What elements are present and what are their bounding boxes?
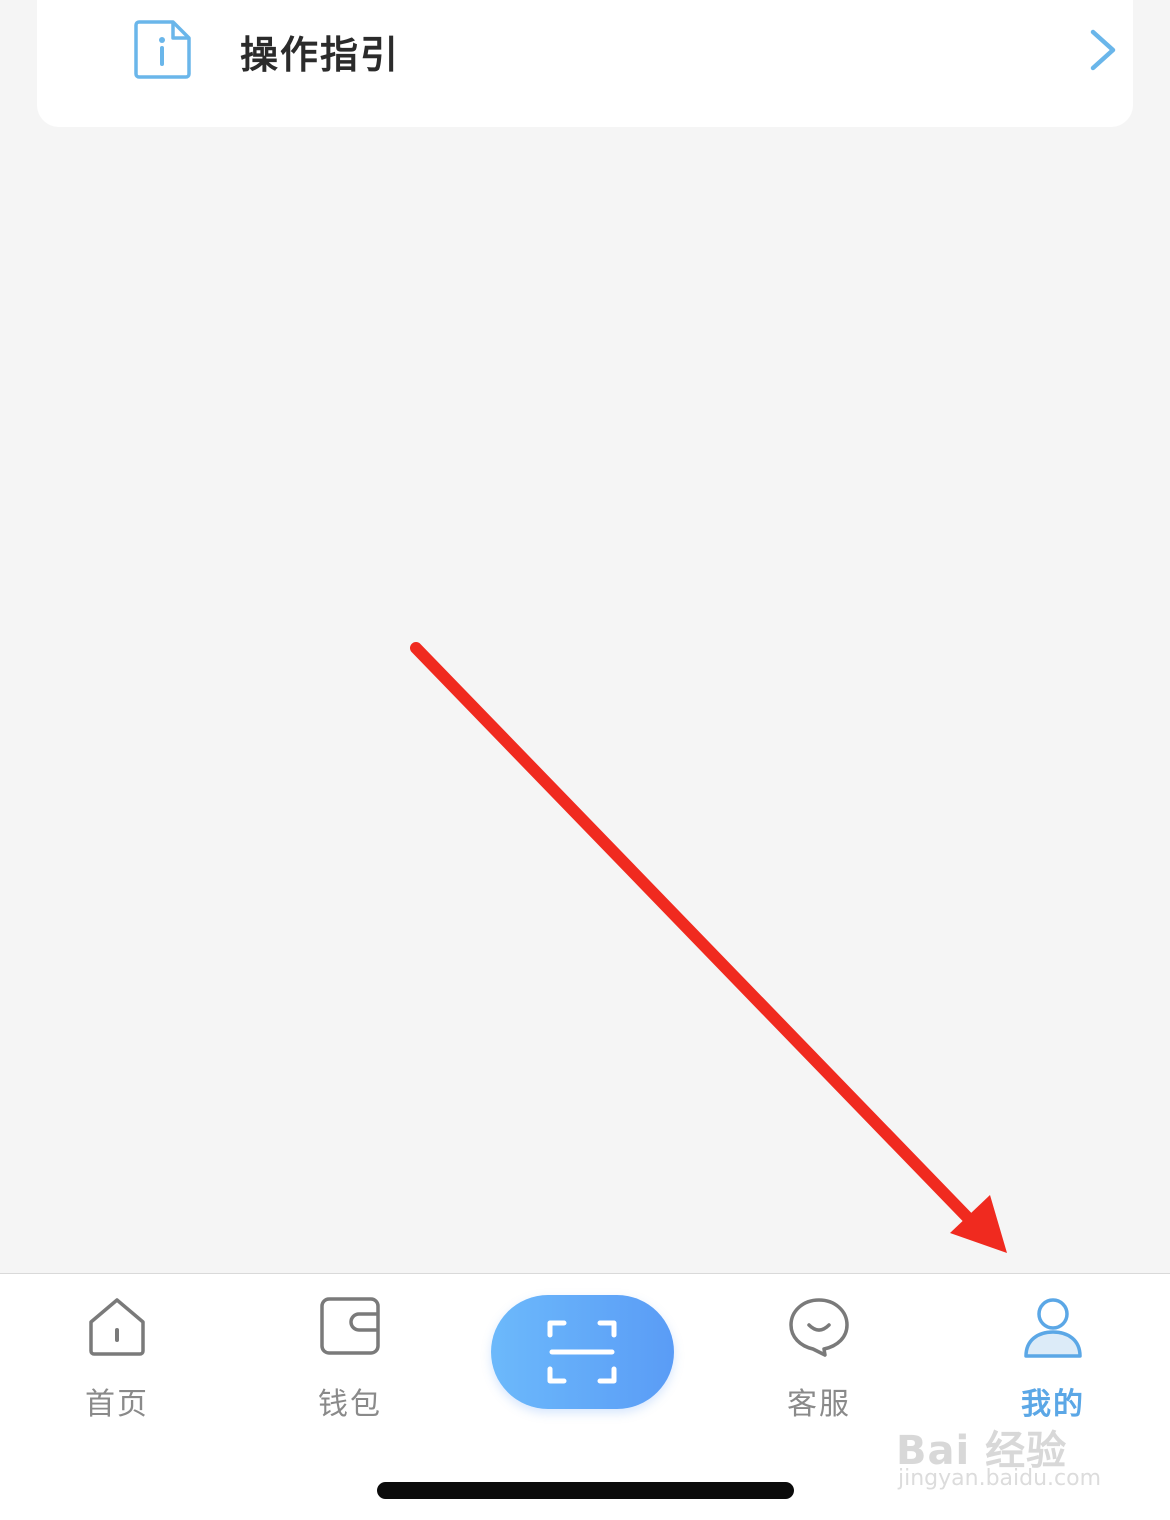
scan-icon — [547, 1320, 617, 1384]
tab-label: 钱包 — [318, 1387, 382, 1422]
chevron-right-icon — [1090, 29, 1116, 71]
tab-home[interactable]: 首页 — [47, 1274, 187, 1424]
tab-service[interactable]: 客服 — [749, 1274, 889, 1424]
watermark-url: jingyan.baidu.com — [898, 1466, 1102, 1491]
info-document-icon — [134, 20, 191, 79]
home-indicator[interactable] — [377, 1482, 794, 1499]
watermark: Bai 经验 jingyan.baidu.com — [896, 1418, 1108, 1498]
chat-bubble-icon — [789, 1298, 849, 1357]
tab-mine[interactable]: 我的 — [983, 1274, 1123, 1424]
tab-label: 我的 — [1021, 1387, 1085, 1422]
tab-label: 首页 — [85, 1387, 149, 1422]
tab-wallet[interactable]: 钱包 — [280, 1274, 420, 1424]
user-icon — [1024, 1298, 1082, 1358]
guide-row[interactable]: 操作指引 — [37, 0, 1133, 127]
guide-label: 操作指引 — [240, 33, 401, 77]
wallet-icon — [320, 1297, 380, 1355]
tab-label: 客服 — [787, 1387, 851, 1422]
scan-button[interactable] — [491, 1295, 674, 1409]
home-icon — [89, 1298, 145, 1356]
